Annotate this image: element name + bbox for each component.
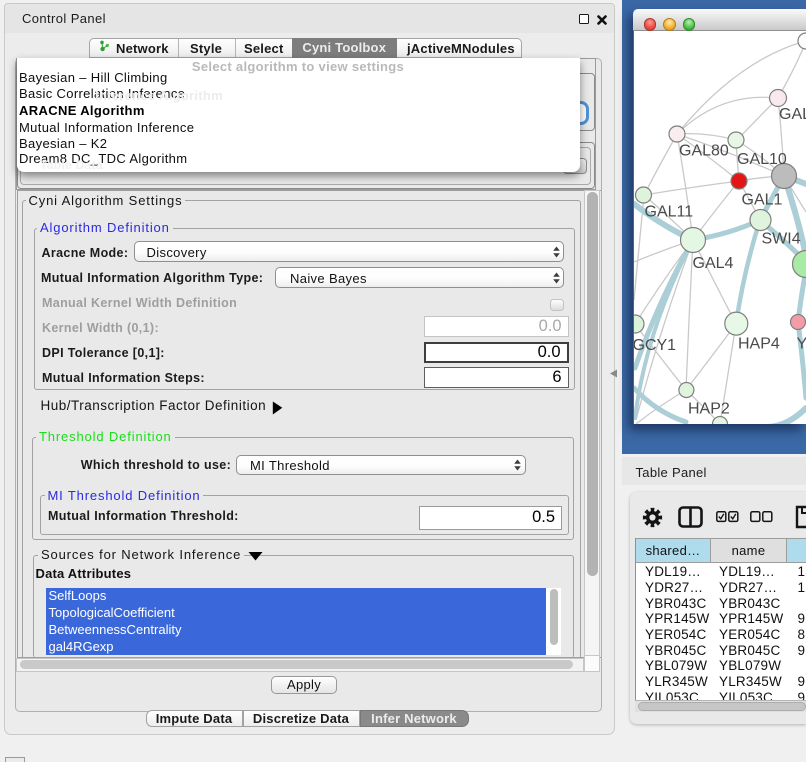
svg-text:GAL1: GAL1	[742, 192, 783, 209]
svg-text:HAP2: HAP2	[688, 401, 730, 418]
svg-text:HAP4: HAP4	[738, 336, 780, 353]
svg-text:SWI4: SWI4	[762, 231, 801, 248]
svg-text:GAL80: GAL80	[679, 143, 729, 160]
svg-text:GCY1: GCY1	[634, 337, 676, 354]
svg-text:GAL4: GAL4	[693, 255, 734, 272]
svg-text:GAL10: GAL10	[737, 151, 787, 168]
svg-text:GAL7: GAL7	[779, 106, 806, 123]
svg-text:GAL11: GAL11	[645, 204, 694, 221]
svg-text:YL: YL	[797, 336, 806, 353]
